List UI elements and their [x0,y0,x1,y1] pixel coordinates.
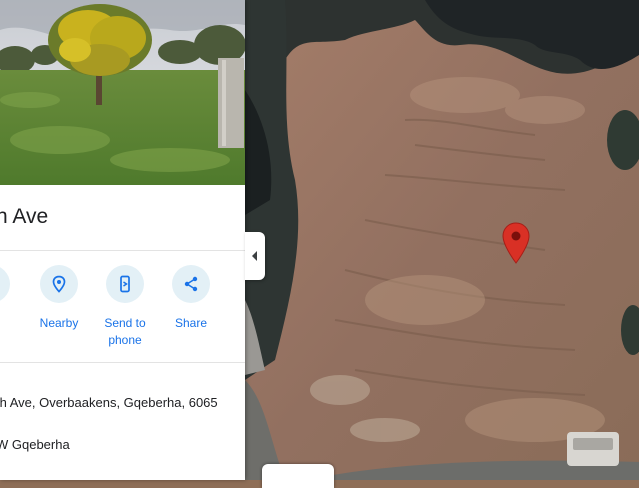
save-button[interactable]: e [0,265,22,332]
map-satellite-view[interactable] [245,0,639,480]
location-pin-icon[interactable] [502,222,530,269]
nearby-label: Nearby [39,316,79,330]
layers-thumbnail[interactable] [262,464,334,488]
street-view-photo[interactable] [0,0,245,185]
divider [0,362,245,363]
address-row[interactable]: th Ave, Overbaakens, Gqeberha, 6065 [0,395,218,410]
action-buttons-row: e Nearby Send to phone Share [0,265,245,355]
satellite-imagery [245,0,639,480]
share-icon [172,265,210,303]
share-label: Share [174,316,208,330]
save-label: e [0,315,22,332]
chevron-left-icon [252,251,257,261]
divider [0,250,245,251]
collapse-panel-button[interactable] [245,232,265,280]
send-to-phone-label: Send to phone [104,316,146,347]
send-to-phone-button[interactable]: Send to phone [94,265,156,349]
nearby-button[interactable]: Nearby [28,265,90,332]
plus-code-row[interactable]: W Gqeberha [0,437,70,452]
street-view-image [0,0,245,185]
send-to-phone-icon [106,265,144,303]
place-side-panel: n Ave e Nearby Send to phone Share [0,0,245,480]
place-title: n Ave [0,205,49,228]
share-button[interactable]: Share [160,265,222,332]
save-icon [0,265,10,303]
nearby-pin-icon [40,265,78,303]
